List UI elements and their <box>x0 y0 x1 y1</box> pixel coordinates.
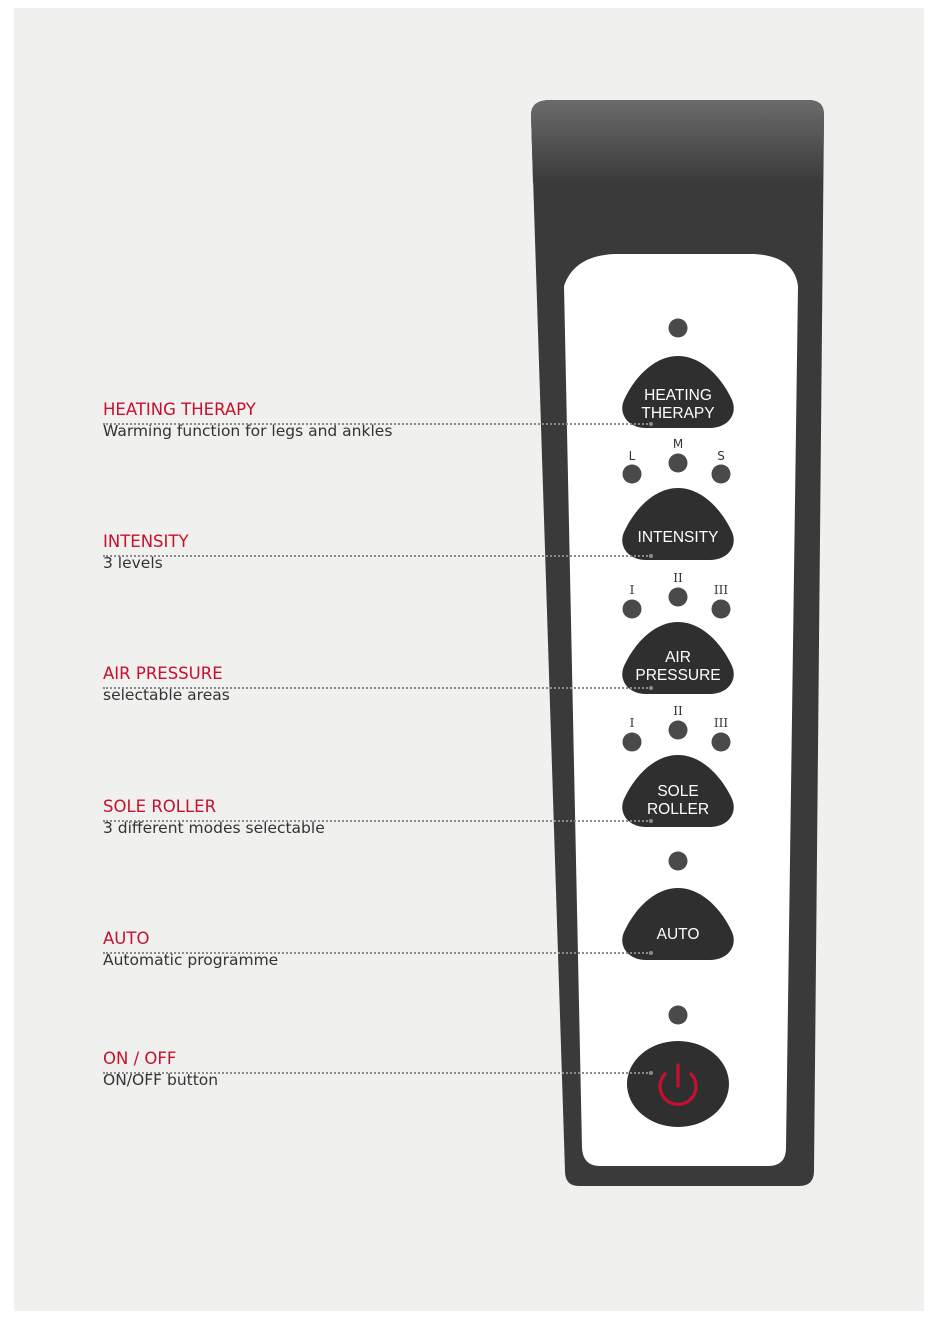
feature-sole-roller: SOLE ROLLER 3 different modes selectable <box>103 797 325 838</box>
feature-title: SOLE ROLLER <box>103 797 217 816</box>
sole-roller-indicator-light-2 <box>668 720 688 740</box>
leader-dot-air-pressure <box>649 686 653 690</box>
sole-roller-button-label-line1: SOLE <box>657 783 698 800</box>
leader-dot-intensity <box>649 554 653 558</box>
sole-roller-indicator-light-1 <box>622 732 642 752</box>
power-indicator-light <box>668 1005 688 1025</box>
intensity-indicator-label-m: M <box>673 437 683 451</box>
feature-title: HEATING THERAPY <box>103 400 256 419</box>
remote-control: HEATING THERAPY L M S INTENSITY I II III… <box>531 100 824 1186</box>
heating-indicator-light <box>668 318 688 338</box>
air-pressure-indicator-light-2 <box>668 587 688 607</box>
feature-title: AIR PRESSURE <box>103 664 223 683</box>
air-pressure-indicator-label-2: II <box>673 571 683 585</box>
leader-line-sole-roller <box>103 820 651 822</box>
heating-therapy-button-label-line1: HEATING <box>644 387 712 404</box>
auto-indicator-light <box>668 851 688 871</box>
air-pressure-button-label-line2: PRESSURE <box>635 667 720 684</box>
air-pressure-indicator-label-3: III <box>714 583 728 597</box>
sole-roller-indicator-label-2: II <box>673 704 683 718</box>
feature-air-pressure: AIR PRESSURE selectable areas <box>103 664 230 705</box>
air-pressure-button-label-line1: AIR <box>665 649 691 666</box>
leader-line-on-off <box>103 1072 651 1074</box>
sole-roller-indicator-light-3 <box>711 732 731 752</box>
intensity-indicator-light-l <box>622 464 642 484</box>
intensity-indicator-label-l: L <box>629 449 636 463</box>
auto-button-label: AUTO <box>657 926 700 943</box>
intensity-indicator-light-m <box>668 453 688 473</box>
sole-roller-button-label-line2: ROLLER <box>647 801 709 818</box>
feature-on-off: ON / OFF ON/OFF button <box>103 1049 218 1090</box>
feature-auto: AUTO Automatic programme <box>103 929 278 970</box>
sole-roller-indicator-label-1: I <box>630 716 635 730</box>
air-pressure-indicator-light-3 <box>711 599 731 619</box>
heating-therapy-button-label-line2: THERAPY <box>641 405 714 422</box>
feature-title: AUTO <box>103 929 150 948</box>
leader-line-heating-therapy <box>103 423 651 425</box>
intensity-indicator-label-s: S <box>717 449 725 463</box>
feature-title: INTENSITY <box>103 532 189 551</box>
page-background: HEATING THERAPY L M S INTENSITY I II III… <box>14 8 924 1311</box>
leader-dot-sole-roller <box>649 819 653 823</box>
feature-intensity: INTENSITY 3 levels <box>103 532 189 573</box>
leader-dot-auto <box>649 951 653 955</box>
leader-line-auto <box>103 952 651 954</box>
air-pressure-indicator-light-1 <box>622 599 642 619</box>
leader-line-air-pressure <box>103 687 651 689</box>
remote-top-shade <box>531 100 824 183</box>
air-pressure-indicator-label-1: I <box>630 583 635 597</box>
leader-line-intensity <box>103 555 651 557</box>
intensity-button-label: INTENSITY <box>638 529 719 546</box>
on-off-button[interactable] <box>627 1041 729 1127</box>
feature-title: ON / OFF <box>103 1049 177 1068</box>
feature-heating-therapy: HEATING THERAPY Warming function for leg… <box>103 400 392 441</box>
leader-dot-heating-therapy <box>649 422 653 426</box>
intensity-indicator-light-s <box>711 464 731 484</box>
leader-dot-on-off <box>649 1071 653 1075</box>
sole-roller-indicator-label-3: III <box>714 716 728 730</box>
